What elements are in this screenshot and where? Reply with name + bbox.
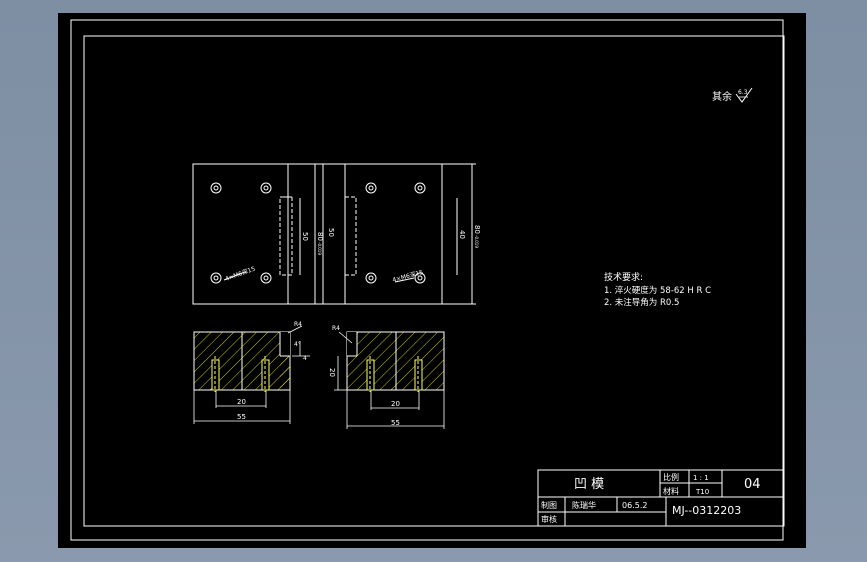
sheet-number: 04: [744, 477, 761, 492]
drawn-by: 陈瑞华: [572, 500, 596, 510]
material-label: 材料: [663, 486, 679, 496]
tech-requirements: 技术要求: 1. 淬火硬度为 58-62 H R C 2. 未注导角为 R0.5: [604, 271, 711, 308]
cad-drawing: 其余 6.3 4×M6深15 50 80 -0.019 4×M6深15 50 4…: [70, 19, 785, 541]
right-section-view: [334, 331, 445, 429]
right-dim-side: 40: [458, 230, 466, 239]
outer-frame: [70, 19, 784, 541]
left-section-dim-inner: 20: [237, 398, 246, 406]
scale-value: 1 : 1: [693, 474, 709, 482]
drawn-label: 制图: [541, 500, 557, 510]
tech-req-item-1: 1. 淬火硬度为 58-62 H R C: [604, 285, 711, 296]
left-section-depth: 4: [303, 355, 307, 362]
tech-req-item-2: 2. 未注导角为 R0.5: [604, 297, 679, 308]
right-plan-view: [318, 163, 476, 305]
right-dim-inner: 50: [327, 228, 335, 237]
checked-label: 审核: [541, 514, 557, 524]
right-section-dim-outer: 55: [391, 419, 400, 427]
left-dim-inner: 50: [301, 232, 309, 241]
right-dim-outer: 80: [473, 225, 481, 234]
left-section-view: [193, 325, 310, 424]
left-plan-view: [192, 163, 320, 305]
surface-note-label: 其余: [712, 90, 732, 103]
right-dim-tol: -0.019: [474, 235, 479, 248]
part-name: 凹 模: [574, 477, 604, 492]
drawing-number: MJ--0312203: [672, 504, 741, 517]
left-thread-note: 4×M6深15: [224, 265, 256, 283]
left-section-chamfer: R4: [294, 321, 302, 328]
right-section-dim-inner: 20: [391, 400, 400, 408]
material-value: T10: [695, 488, 709, 496]
right-section-chamfer: R4: [332, 325, 340, 332]
left-section-dim-outer: 55: [237, 413, 246, 421]
scale-label: 比例: [663, 472, 679, 482]
roughness-value: 6.3: [738, 89, 748, 96]
right-section-dim-height: 20: [328, 368, 336, 377]
right-thread-note: 4×M6深15: [391, 268, 424, 284]
cad-sheet: 其余 6.3 4×M6深15 50 80 -0.019 4×M6深15 50 4…: [58, 13, 806, 548]
left-section-angle: 4°: [294, 341, 301, 348]
left-dim-tol: -0.019: [317, 242, 322, 255]
drawing-date: 06.5.2: [622, 501, 647, 510]
tech-req-title: 技术要求:: [604, 271, 643, 283]
inner-frame: [83, 35, 785, 527]
